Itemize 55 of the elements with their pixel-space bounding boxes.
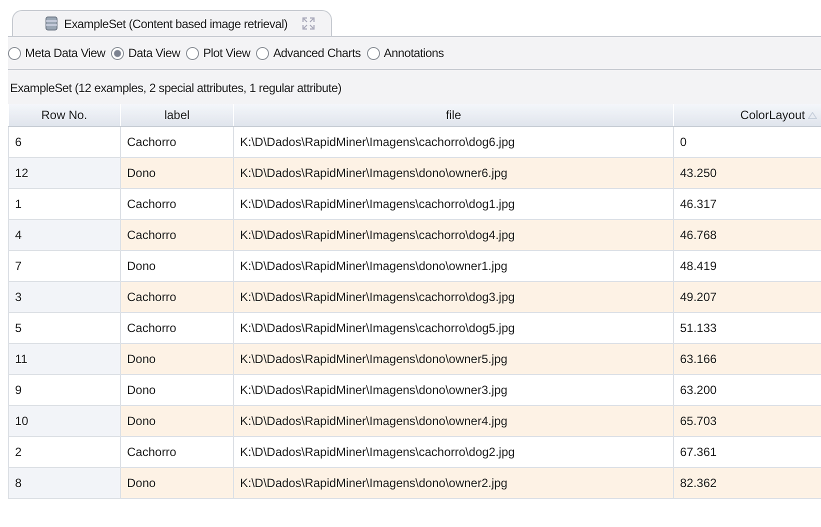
table-cell: Cachorro [120,312,234,343]
column-header[interactable]: Row No. [8,104,120,126]
table-cell: Dono [120,405,234,436]
table-cell: 11 [8,343,120,374]
table-cell: K:\D\Dados\RapidMiner\Imagens\cachorro\dog6.jpg [234,126,674,157]
table-cell: 5 [8,312,120,343]
table-cell: Dono [120,157,234,188]
table-cell: Dono [120,374,234,405]
view-radio[interactable]: Annotations [366,46,444,60]
maximize-icon[interactable] [302,17,315,30]
table-cell: K:\D\Dados\RapidMiner\Imagens\dono\owner1.jpg [234,250,674,281]
view-radio[interactable]: Data View [111,46,180,60]
table-cell: 12 [8,157,120,188]
table-cell: 82.362 [674,467,821,498]
table-cell: K:\D\Dados\RapidMiner\Imagens\cachorro\dog2.jpg [234,436,674,467]
table-cell: Cachorro [120,436,234,467]
table-cell: K:\D\Dados\RapidMiner\Imagens\cachorro\dog4.jpg [234,219,674,250]
table-cell: K:\D\Dados\RapidMiner\Imagens\dono\owner6.jpg [234,157,674,188]
table-cell: Dono [120,467,234,498]
view-radio[interactable]: Plot View [186,46,250,60]
table-cell: Cachorro [120,188,234,219]
summary-text: ExampleSet (12 examples, 2 special attributes, 1 regular attribute) [8,70,821,104]
table-cell: K:\D\Dados\RapidMiner\Imagens\cachorro\dog5.jpg [234,312,674,343]
column-header[interactable]: ColorLayout [674,104,821,126]
table-cell: Dono [120,343,234,374]
table-cell: Cachorro [120,219,234,250]
table-cell: 8 [8,467,120,498]
table-cell: K:\D\Dados\RapidMiner\Imagens\dono\owner5.jpg [234,343,674,374]
column-header[interactable]: label [120,104,234,126]
table-cell: K:\D\Dados\RapidMiner\Imagens\cachorro\dog3.jpg [234,281,674,312]
table-cell: 65.703 [674,405,821,436]
table-cell: 63.166 [674,343,821,374]
view-radio[interactable]: Meta Data View [8,46,106,60]
column-header[interactable]: file [234,104,674,126]
table-cell: K:\D\Dados\RapidMiner\Imagens\dono\owner3.jpg [234,374,674,405]
table-cell: 9 [8,374,120,405]
tab[interactable]: ExampleSet (Content based image retrieval) [12,10,332,36]
table-cell: K:\D\Dados\RapidMiner\Imagens\dono\owner2.jpg [234,467,674,498]
table-cell: 2 [8,436,120,467]
table-cell: 10 [8,405,120,436]
table-cell: K:\D\Dados\RapidMiner\Imagens\dono\owner4.jpg [234,405,674,436]
view-radio[interactable]: Advanced Charts [256,46,361,60]
table-cell: Dono [120,250,234,281]
table-cell: 4 [8,219,120,250]
table-cell: Cachorro [120,126,234,157]
table-cell: 6 [8,126,120,157]
table-cell: 7 [8,250,120,281]
table-cell: K:\D\Dados\RapidMiner\Imagens\cachorro\dog1.jpg [234,188,674,219]
table-cell: Cachorro [120,281,234,312]
table-cell: 1 [8,188,120,219]
table-cell: 46.768 [674,219,821,250]
table-cell: 3 [8,281,120,312]
table-cell: 49.207 [674,281,821,312]
database-icon [45,16,58,31]
table-cell: 43.250 [674,157,821,188]
